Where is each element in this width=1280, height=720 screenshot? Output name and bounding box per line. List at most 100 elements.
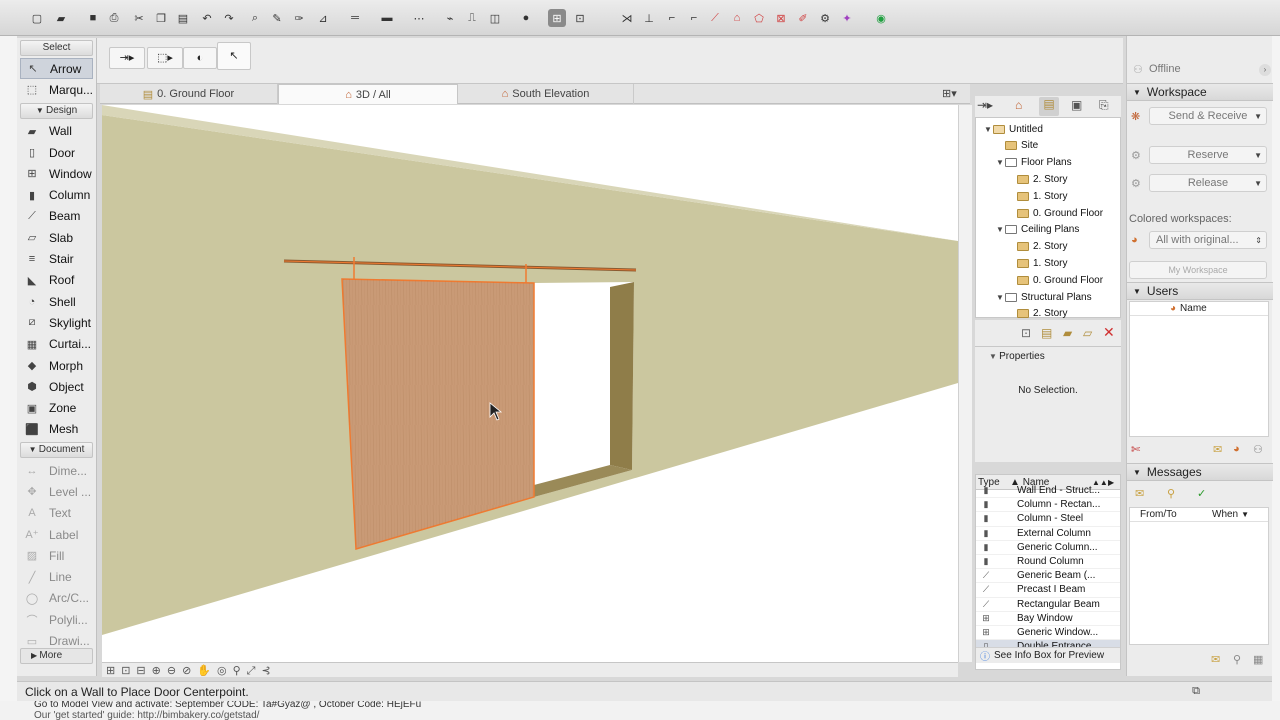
viewport-vertical-scrollbar[interactable]	[958, 105, 972, 662]
tool-beam[interactable]: ⟋ Beam	[17, 206, 96, 227]
my-workspace-button[interactable]: My Workspace	[1129, 261, 1267, 279]
magic-icon[interactable]: ✦	[838, 9, 856, 27]
expand-triangle-icon[interactable]: ▼	[984, 125, 993, 134]
tool-mesh[interactable]: ⬛ Mesh	[17, 419, 96, 440]
more-section-header[interactable]: ▶ More	[20, 648, 93, 665]
tool-roof[interactable]: ◣ Roof	[17, 270, 96, 291]
save-view-icon[interactable]: ▤	[1041, 326, 1052, 340]
new-file-icon[interactable]: ▢	[28, 9, 46, 27]
tool-arc[interactable]: ◯ Arc/C...	[17, 588, 96, 609]
teamwork-icon[interactable]: ●	[517, 9, 535, 27]
release-button[interactable]: Release ▼	[1149, 174, 1267, 192]
redo-icon[interactable]: ↷	[220, 9, 238, 27]
navigator-item[interactable]: ▼ Untitled	[984, 121, 1043, 137]
tool-level-dimension[interactable]: ✥ Level ...	[17, 481, 96, 502]
open-icon[interactable]: ▰	[52, 9, 70, 27]
navigator-item[interactable]: ▼ Ceiling Plans	[996, 222, 1079, 238]
copy-icon[interactable]: ❐	[152, 9, 170, 27]
find-select-icon[interactable]: ⌕	[246, 9, 264, 27]
library-row[interactable]: ▮ Round Column	[976, 555, 1120, 570]
trace-icon[interactable]: ⎍	[463, 9, 481, 27]
undo-icon[interactable]: ↶	[198, 9, 216, 27]
suspend-icon[interactable]: ⌐	[663, 9, 681, 27]
tool-label[interactable]: A⁺ Label	[17, 524, 96, 545]
new-view-icon[interactable]: ▰	[1063, 326, 1072, 340]
workspace-section[interactable]: ▼ Workspace	[1127, 83, 1273, 101]
cut-icon[interactable]: ✂	[130, 9, 148, 27]
tool-window[interactable]: ⊞ Window	[17, 163, 96, 184]
publisher-icon[interactable]: ⎘	[1099, 98, 1119, 115]
navigator-menu-icon[interactable]: ⇥▸	[977, 98, 999, 115]
snap-icon[interactable]: ⌁	[441, 9, 459, 27]
view-map-icon[interactable]: ▤	[1039, 97, 1059, 116]
status-menu-icon[interactable]: ›	[1259, 64, 1271, 76]
library-row[interactable]: ▮ Column - Rectan...	[976, 498, 1120, 513]
tool-drawing[interactable]: ▭ Drawi...	[17, 630, 96, 646]
marquee-method-button[interactable]: ⬚▸	[147, 47, 183, 69]
library-row[interactable]: ⟋ Rectangular Beam	[976, 598, 1120, 612]
group-icon[interactable]: ⊥	[640, 9, 658, 27]
library-row[interactable]: ▮ External Column	[976, 527, 1120, 541]
syringe-icon[interactable]: ✑	[290, 9, 308, 27]
new-message-icon[interactable]: ✉	[1135, 487, 1144, 500]
messages-section[interactable]: ▼ Messages	[1127, 463, 1273, 481]
library-row[interactable]: ▮ Wall End - Struct...	[976, 484, 1120, 499]
window-stack-icon[interactable]: ⧉	[1192, 685, 1200, 698]
tool-door[interactable]: ▯ Door	[17, 142, 96, 163]
navigator-item[interactable]: ▼ Floor Plans	[996, 155, 1072, 171]
navigator-item[interactable]: 0. Ground Floor	[1008, 272, 1103, 288]
when-col[interactable]: When	[1200, 509, 1238, 520]
tab-3d-all[interactable]: ⌂ 3D / All	[278, 84, 458, 104]
reply-icon[interactable]: ✉	[1211, 653, 1220, 666]
renovation-icon[interactable]: ◫	[486, 9, 504, 27]
expand-triangle-icon[interactable]: ▼	[996, 158, 1005, 167]
navigator-item[interactable]: 2. Story	[1008, 239, 1067, 255]
design-section-header[interactable]: ▼ Design	[20, 102, 93, 119]
print-icon[interactable]: ⎙	[105, 9, 123, 27]
3d-icon[interactable]: ⊞	[548, 9, 566, 27]
sort-desc-icon[interactable]: ▼	[1241, 510, 1249, 519]
eye-button[interactable]: ◐	[183, 47, 217, 69]
zoom-nav-icons[interactable]: ⊞⊡⊟⊕⊖⊘✋◎⚲⤢⊰	[106, 664, 277, 678]
navigator-item[interactable]: 1. Story	[1008, 188, 1067, 204]
paste-icon[interactable]: ▤	[174, 9, 192, 27]
pen-icon[interactable]: ═	[346, 9, 364, 27]
send-message-icon[interactable]: ✉	[1213, 443, 1222, 456]
settings-icon[interactable]: ⚙	[816, 9, 834, 27]
library-row[interactable]: ⊞ Generic Window...	[976, 626, 1120, 641]
tool-skylight[interactable]: ⧄ Skylight	[17, 312, 96, 333]
from-to-col[interactable]: From/To	[1130, 509, 1200, 520]
grid-icon[interactable]: ⋯	[410, 9, 428, 27]
kick-user-icon[interactable]: ✄	[1131, 443, 1140, 456]
layer-icon[interactable]: ⊿	[314, 9, 332, 27]
tool-column[interactable]: ▮ Column	[17, 184, 96, 205]
tool-zone[interactable]: ▣ Zone	[17, 397, 96, 418]
layout-book-icon[interactable]: ▣	[1071, 98, 1091, 115]
view-options-icon[interactable]: ⊞▾	[942, 87, 957, 100]
library-row[interactable]: ⊞ Bay Window	[976, 612, 1120, 626]
navigator-item[interactable]: ▼ Structural Plans	[996, 289, 1092, 305]
tool-curtain-wall[interactable]: ▦ Curtai...	[17, 334, 96, 355]
expand-triangle-icon[interactable]: ▼	[996, 225, 1005, 234]
navigator-item[interactable]: 1. Story	[1008, 255, 1067, 271]
attach-icon[interactable]: ⚲	[1167, 487, 1175, 500]
library-row[interactable]: ⟋ Generic Beam (...	[976, 569, 1120, 584]
home-icon[interactable]: ⟋	[706, 9, 724, 27]
user-info-icon[interactable]: ⚇	[1253, 443, 1263, 456]
tool-shell[interactable]: ◔ Shell	[17, 291, 96, 312]
navigator-item[interactable]: 2. Story	[1008, 171, 1067, 187]
expand-triangle-icon[interactable]: ▼	[996, 293, 1005, 302]
explode-icon[interactable]: ⋊	[618, 9, 636, 27]
users-list[interactable]: ◕ Name	[1129, 301, 1269, 437]
tool-fill-tool[interactable]: ▨ Fill	[17, 545, 96, 566]
tool-wall[interactable]: ▰ Wall	[17, 121, 96, 142]
3d-viewport[interactable]	[102, 105, 958, 662]
go-icon[interactable]: ◉	[872, 9, 890, 27]
tool-marquee[interactable]: ⬚ Marqu...	[17, 79, 96, 100]
tool-object[interactable]: ⬢ Object	[17, 376, 96, 397]
select-section-header[interactable]: Select	[20, 40, 93, 56]
tool-arrow[interactable]: ↖ Arrow	[20, 58, 93, 80]
tab-south-elevation[interactable]: ⌂ South Elevation	[458, 84, 634, 104]
expand-icon[interactable]: ▶	[1108, 478, 1120, 487]
clone-icon[interactable]: ▱	[1083, 326, 1092, 340]
